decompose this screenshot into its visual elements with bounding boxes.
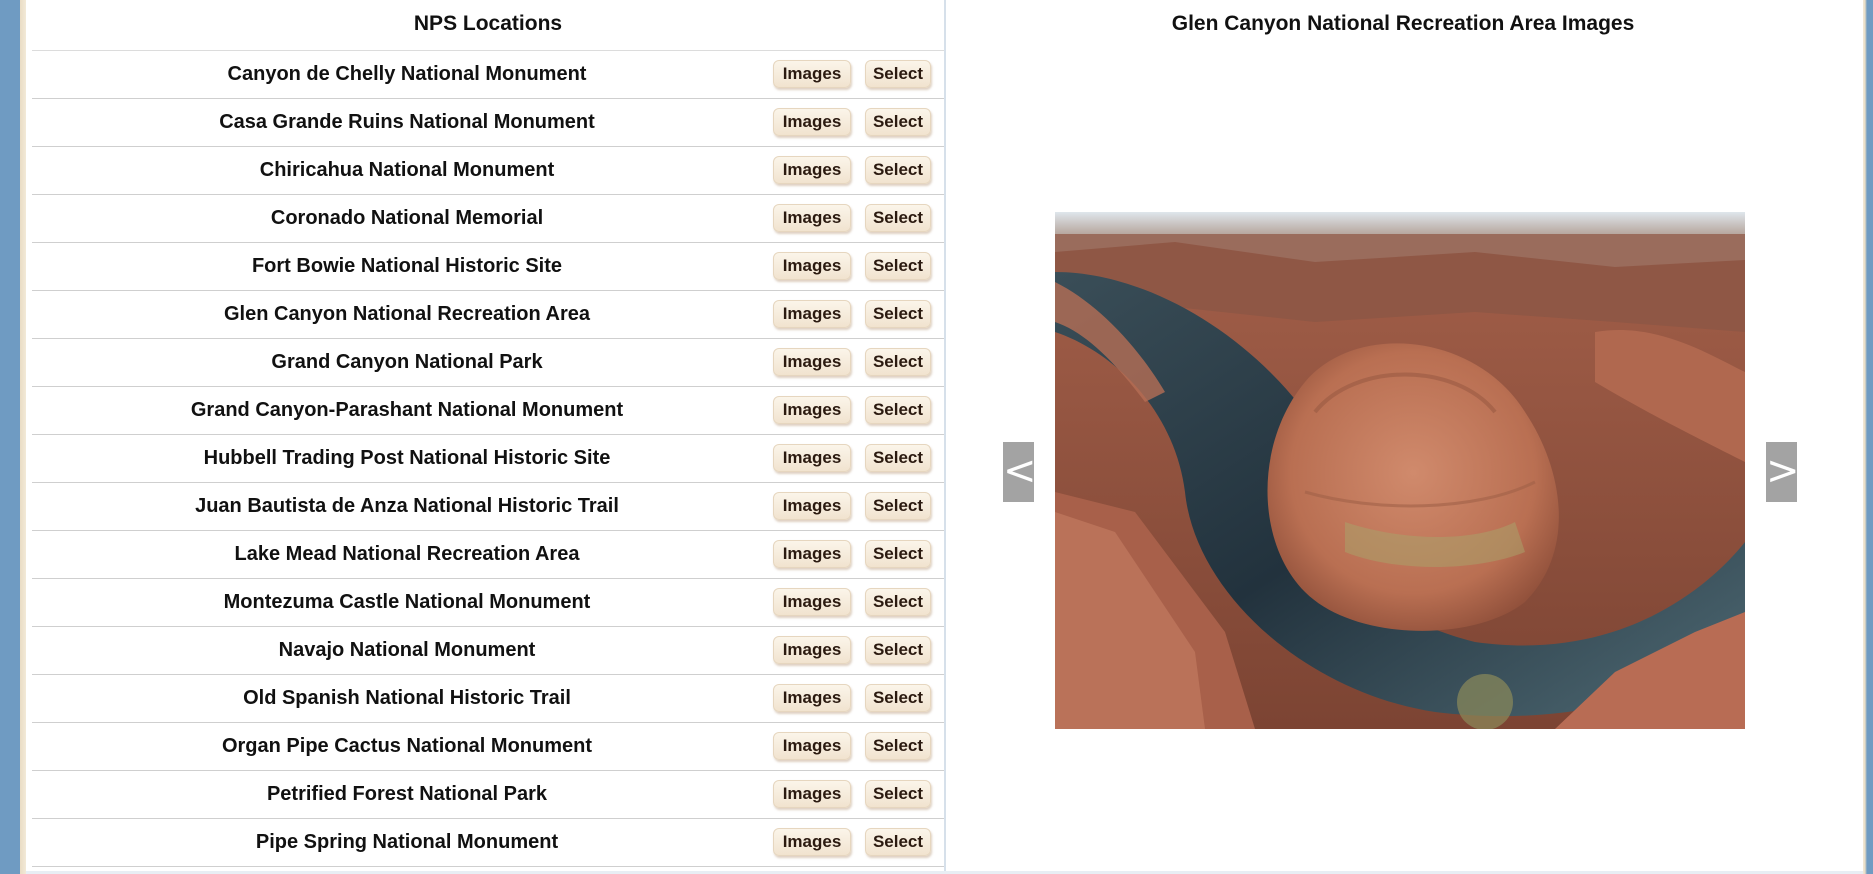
list-item: Grand Canyon-Parashant National Monument… <box>32 387 944 435</box>
list-item: Pipe Spring National Monument Images Selec… <box>32 819 944 867</box>
images-button[interactable]: Images <box>773 444 851 472</box>
images-button[interactable]: Images <box>773 300 851 328</box>
list-item: Petrified Forest National Park Images Sele… <box>32 771 944 819</box>
location-name: Old Spanish National Historic Trail <box>243 687 571 709</box>
select-button[interactable]: Select <box>865 492 931 520</box>
locations-panel-title: NPS Locations <box>32 0 944 51</box>
location-name: Navajo National Monument <box>278 639 536 661</box>
select-button[interactable]: Select <box>865 780 931 808</box>
images-button[interactable]: Images <box>773 732 851 760</box>
list-item: Hubbell Trading Post National Historic S… <box>32 435 944 483</box>
images-button[interactable]: Images <box>773 204 851 232</box>
location-name: Pipe Spring National Monument <box>255 831 559 853</box>
select-button[interactable]: Select <box>865 60 931 88</box>
location-name: Lake Mead National Recreation Area <box>234 543 580 565</box>
select-button[interactable]: Select <box>865 828 931 856</box>
locations-list: Canyon de Chelly National Monument Images… <box>32 51 944 867</box>
select-button[interactable]: Select <box>865 108 931 136</box>
select-button[interactable]: Select <box>865 396 931 424</box>
list-item: Lake Mead National Recreation Area Images… <box>32 531 944 579</box>
window-frame-right <box>1863 0 1873 874</box>
list-item: Old Spanish National Historic Trail Image… <box>32 675 944 723</box>
images-panel: Glen Canyon National Recreation Area Ima… <box>946 0 1860 874</box>
location-name: Casa Grande Ruins National Monument <box>219 111 595 133</box>
list-item: Navajo National Monument Images Select <box>32 627 944 675</box>
images-button[interactable]: Images <box>773 684 851 712</box>
location-name: Fort Bowie National Historic Site <box>251 255 563 277</box>
list-item: Casa Grande Ruins National Monument Image… <box>32 99 944 147</box>
images-button[interactable]: Images <box>773 108 851 136</box>
list-item: Montezuma Castle National Monument Images… <box>32 579 944 627</box>
list-item: Organ Pipe Cactus National Monument Image… <box>32 723 944 771</box>
location-name: Grand Canyon-Parashant National Monument <box>190 399 624 421</box>
list-item: Juan Bautista de Anza National Historic … <box>32 483 944 531</box>
list-item: Glen Canyon National Recreation Area Imag… <box>32 291 944 339</box>
list-item: Fort Bowie National Historic Site Images S… <box>32 243 944 291</box>
images-button[interactable]: Images <box>773 492 851 520</box>
select-button[interactable]: Select <box>865 204 931 232</box>
select-button[interactable]: Select <box>865 684 931 712</box>
images-button[interactable]: Images <box>773 780 851 808</box>
images-button[interactable]: Images <box>773 828 851 856</box>
select-button[interactable]: Select <box>865 588 931 616</box>
next-image-button[interactable]: > <box>1766 442 1800 502</box>
list-item: Grand Canyon National Park Images Select <box>32 339 944 387</box>
images-button[interactable]: Images <box>773 60 851 88</box>
location-name: Juan Bautista de Anza National Historic … <box>195 495 619 517</box>
select-button[interactable]: Select <box>865 252 931 280</box>
images-button[interactable]: Images <box>773 252 851 280</box>
location-name: Glen Canyon National Recreation Area <box>223 303 590 325</box>
window-frame-left <box>0 0 26 874</box>
select-button[interactable]: Select <box>865 348 931 376</box>
images-button[interactable]: Images <box>773 348 851 376</box>
images-panel-title: Glen Canyon National Recreation Area Ima… <box>1171 12 1635 35</box>
location-name: Grand Canyon National Park <box>271 351 543 373</box>
list-item: Chiricahua National Monument Images Select <box>32 147 944 195</box>
location-name: Chiricahua National Monument <box>259 159 555 181</box>
location-name: Montezuma Castle National Monument <box>223 591 591 613</box>
select-button[interactable]: Select <box>865 444 931 472</box>
images-button[interactable]: Images <box>773 156 851 184</box>
select-button[interactable]: Select <box>865 300 931 328</box>
select-button[interactable]: Select <box>865 732 931 760</box>
location-name: Hubbell Trading Post National Historic S… <box>203 447 611 469</box>
location-name: Coronado National Memorial <box>270 207 544 229</box>
images-button[interactable]: Images <box>773 540 851 568</box>
location-name: Canyon de Chelly National Monument <box>227 63 587 85</box>
locations-panel: NPS Locations Canyon de Chelly National … <box>32 0 946 874</box>
select-button[interactable]: Select <box>865 540 931 568</box>
select-button[interactable]: Select <box>865 156 931 184</box>
location-name: Petrified Forest National Park <box>266 783 548 805</box>
list-item: Coronado National Memorial Images Select <box>32 195 944 243</box>
list-item: Canyon de Chelly National Monument Images… <box>32 51 944 99</box>
location-photo <box>1055 212 1745 729</box>
images-button[interactable]: Images <box>773 588 851 616</box>
images-button[interactable]: Images <box>773 396 851 424</box>
images-button[interactable]: Images <box>773 636 851 664</box>
location-name: Organ Pipe Cactus National Monument <box>221 735 593 757</box>
previous-image-button[interactable]: < <box>1003 442 1037 502</box>
select-button[interactable]: Select <box>865 636 931 664</box>
